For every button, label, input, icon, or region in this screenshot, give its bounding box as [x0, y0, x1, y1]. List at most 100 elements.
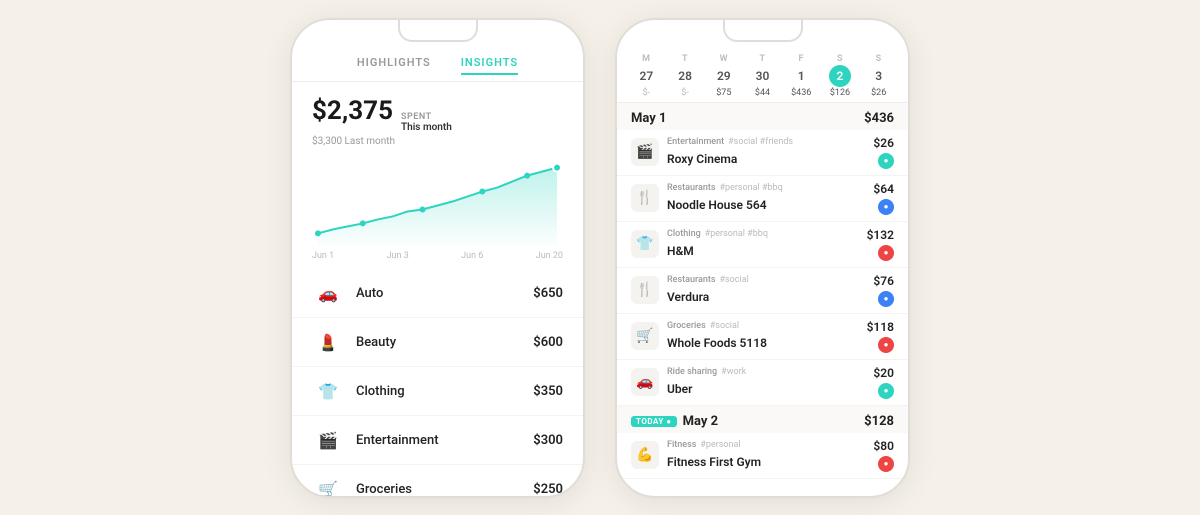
transaction-tags: #social [710, 321, 739, 331]
transaction-name: Verdura [667, 290, 709, 304]
transaction-amount: $20 [873, 366, 894, 380]
transaction-right: $132 ● [867, 228, 894, 261]
calendar-day[interactable]: S 3 $26 [859, 54, 898, 98]
transaction-dot: ● [878, 245, 894, 261]
transaction-dot: ● [878, 383, 894, 399]
transaction-item[interactable]: 🚗 Ride sharing #work Uber $20 ● [617, 360, 908, 406]
date-title: May 2 [683, 414, 718, 429]
transaction-right: $26 ● [873, 136, 894, 169]
day-amount: $- [643, 88, 651, 98]
transaction-item[interactable]: 🎬 Entertainment #family Netflix $16 ● [617, 479, 908, 481]
transaction-amount: $80 [873, 439, 894, 453]
transaction-item[interactable]: 🍴 Restaurants #social Verdura $76 ● [617, 268, 908, 314]
transaction-tags: #personal #bbq [719, 183, 782, 193]
category-item[interactable]: 👕 Clothing $350 [292, 367, 583, 416]
calendar-day[interactable]: S 2 $126 [821, 54, 860, 98]
transaction-details: Clothing #personal #bbq H&M [667, 229, 867, 259]
category-item[interactable]: 🛒 Groceries $250 [292, 465, 583, 495]
calendar-day[interactable]: T 28 $- [666, 54, 705, 98]
chart-label-2: Jun 3 [387, 251, 409, 261]
today-badge: TODAY ● [631, 416, 677, 427]
transaction-details: Groceries #social Whole Foods 5118 [667, 321, 867, 351]
transaction-icon: 🍴 [631, 184, 659, 212]
transaction-category: Clothing [667, 229, 701, 239]
transaction-icon: 💪 [631, 441, 659, 469]
right-phone: M 27 $- T 28 $- W 29 $75 T 30 $44 F 1 $4… [615, 18, 910, 498]
category-name: Auto [356, 286, 533, 301]
day-name: W [720, 54, 728, 64]
transaction-category: Restaurants [667, 183, 715, 193]
date-total: $436 [864, 111, 894, 126]
transaction-details: Restaurants #personal #bbq Noodle House … [667, 183, 873, 213]
transaction-item[interactable]: 💪 Fitness #personal Fitness First Gym $8… [617, 433, 908, 479]
day-name: F [799, 54, 804, 64]
category-amount: $650 [533, 286, 563, 301]
day-number: 1 [790, 65, 812, 87]
category-amount: $300 [533, 433, 563, 448]
category-list: 🚗 Auto $650 💄 Beauty $600 👕 Clothing $35… [292, 263, 583, 495]
category-amount: $250 [533, 482, 563, 496]
transaction-icon: 👕 [631, 230, 659, 258]
calendar-day[interactable]: W 29 $75 [704, 54, 743, 98]
transaction-details: Ride sharing #work Uber [667, 367, 873, 397]
day-number: 2 [829, 65, 851, 87]
date-title-today: TODAY ● May 2 [631, 414, 718, 429]
date-total: $128 [864, 414, 894, 429]
spending-chart: Jun 1 Jun 3 Jun 6 Jun 20 [292, 153, 583, 263]
category-icon: 🎬 [312, 424, 344, 456]
day-amount: $126 [830, 88, 850, 98]
spent-label: SPENT [401, 112, 452, 123]
transaction-right: $118 ● [867, 320, 894, 353]
day-amount: $44 [755, 88, 770, 98]
calendar-day[interactable]: F 1 $436 [782, 54, 821, 98]
spending-header: $2,375 SPENT This month $3,300 Last mont… [292, 82, 583, 154]
transaction-meta: Restaurants #social [667, 275, 873, 285]
transaction-icon: 🎬 [631, 138, 659, 166]
category-item[interactable]: 🎬 Entertainment $300 [292, 416, 583, 465]
transaction-icon: 🚗 [631, 368, 659, 396]
day-name: M [642, 54, 650, 64]
day-number: 30 [752, 65, 774, 87]
day-amount: $75 [716, 88, 731, 98]
transactions-scroll[interactable]: May 1 $436 🎬 Entertainment #social #frie… [617, 103, 908, 481]
transaction-item[interactable]: 🎬 Entertainment #social #friends Roxy Ci… [617, 130, 908, 176]
date-header: May 1 $436 [617, 103, 908, 130]
transaction-tags: #personal #bbq [705, 229, 768, 239]
transaction-tags: #social #friends [728, 137, 793, 147]
day-number: 29 [713, 65, 735, 87]
transaction-item[interactable]: 🛒 Groceries #social Whole Foods 5118 $11… [617, 314, 908, 360]
day-name: T [759, 54, 765, 64]
calendar-week: M 27 $- T 28 $- W 29 $75 T 30 $44 F 1 $4… [617, 48, 908, 103]
chart-label-1: Jun 1 [312, 251, 334, 261]
category-item[interactable]: 🚗 Auto $650 [292, 269, 583, 318]
transaction-category: Restaurants [667, 275, 715, 285]
transaction-item[interactable]: 👕 Clothing #personal #bbq H&M $132 ● [617, 222, 908, 268]
category-item[interactable]: 💄 Beauty $600 [292, 318, 583, 367]
tab-insights[interactable]: INSIGHTS [461, 56, 518, 75]
date-header: TODAY ● May 2 $128 [617, 406, 908, 433]
transaction-right: $64 ● [873, 182, 894, 215]
transaction-meta: Clothing #personal #bbq [667, 229, 867, 239]
category-name: Entertainment [356, 433, 533, 448]
transaction-right: $76 ● [873, 274, 894, 307]
category-icon: 👕 [312, 375, 344, 407]
tab-highlights[interactable]: HIGHLIGHTS [357, 56, 431, 75]
chart-labels: Jun 1 Jun 3 Jun 6 Jun 20 [308, 251, 567, 261]
last-month: $3,300 Last month [312, 136, 563, 147]
day-number: 27 [635, 65, 657, 87]
transaction-item[interactable]: 🍴 Restaurants #personal #bbq Noodle Hous… [617, 176, 908, 222]
transaction-name: Uber [667, 382, 692, 396]
transaction-meta: Fitness #personal [667, 440, 873, 450]
transaction-icon: 🛒 [631, 322, 659, 350]
notch [398, 20, 478, 42]
transaction-dot: ● [878, 153, 894, 169]
transaction-details: Fitness #personal Fitness First Gym [667, 440, 873, 470]
calendar-day[interactable]: T 30 $44 [743, 54, 782, 98]
transaction-meta: Groceries #social [667, 321, 867, 331]
category-name: Beauty [356, 335, 533, 350]
category-icon: 🚗 [312, 277, 344, 309]
transaction-meta: Restaurants #personal #bbq [667, 183, 873, 193]
day-number: 3 [868, 65, 890, 87]
calendar-day[interactable]: M 27 $- [627, 54, 666, 98]
transaction-amount: $76 [873, 274, 894, 288]
